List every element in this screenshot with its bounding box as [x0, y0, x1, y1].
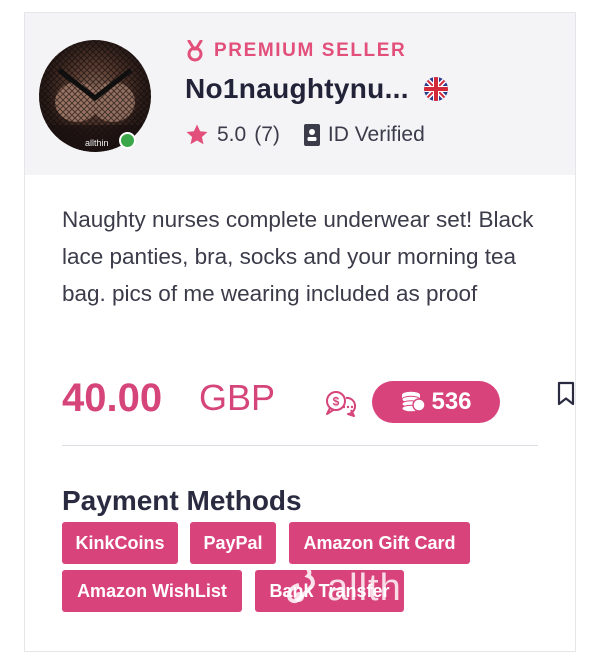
medal-icon — [185, 40, 205, 62]
listing-description: Naughty nurses complete underwear set! B… — [62, 207, 534, 306]
seller-header: allthin PREMIUM SELLER No1naughtynu... 5… — [25, 13, 575, 175]
id-card-icon — [303, 124, 320, 146]
avatar-watermark: allthin — [85, 138, 109, 148]
payment-methods-title: Payment Methods — [62, 485, 302, 516]
rating-row: 5.0 (7) ID Verified — [185, 123, 425, 147]
review-count[interactable]: (7) — [254, 123, 280, 147]
payment-method-amazon-gift-card[interactable]: Amazon Gift Card — [289, 522, 470, 564]
kinkcoins-price-button[interactable]: 536 — [372, 381, 500, 423]
kinkcoins-price: 536 — [431, 388, 472, 415]
coins-stack-icon — [400, 390, 427, 414]
price-currency: GBP — [199, 377, 276, 418]
svg-text:$: $ — [333, 395, 340, 409]
online-status-dot — [119, 132, 136, 149]
price-row: 40.00 GBP $ 536 — [62, 373, 575, 423]
payment-method-bank-transfer[interactable]: Bank Transfer — [255, 570, 404, 612]
premium-seller-badge: PREMIUM SELLER — [185, 40, 406, 62]
price-chat-icon[interactable]: $ — [324, 390, 358, 418]
seller-name[interactable]: No1naughtynu... — [185, 73, 409, 105]
bookmark-icon[interactable] — [556, 381, 576, 407]
listing-card: allthin PREMIUM SELLER No1naughtynu... 5… — [24, 12, 576, 652]
seller-name-row: No1naughtynu... — [185, 73, 449, 105]
star-icon — [185, 123, 209, 147]
rating-value: 5.0 — [217, 123, 247, 146]
payment-method-paypal[interactable]: PayPal — [190, 522, 276, 564]
payment-method-kinkcoins[interactable]: KinkCoins — [62, 522, 178, 564]
id-verified-label: ID Verified — [327, 123, 425, 146]
premium-seller-label: PREMIUM SELLER — [214, 40, 407, 61]
payment-method-amazon-wishlist[interactable]: Amazon WishList — [62, 570, 242, 612]
price-amount: 40.00 — [62, 376, 163, 420]
uk-flag-icon — [423, 76, 449, 102]
divider — [62, 445, 538, 446]
